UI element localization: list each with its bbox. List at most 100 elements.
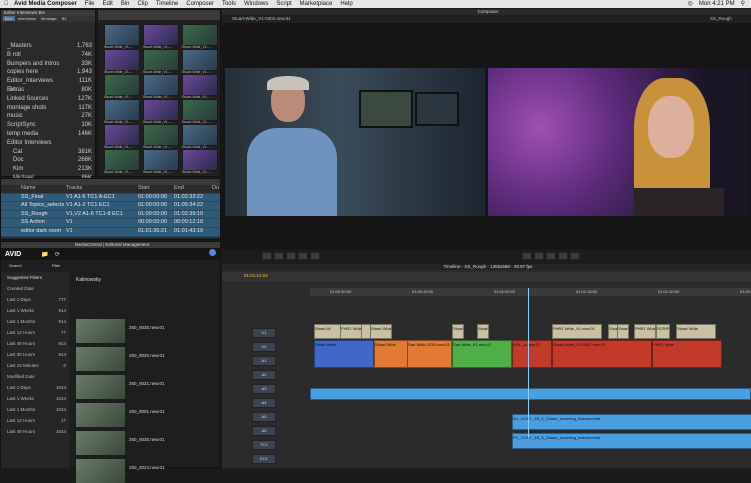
track-label[interactable]: A6	[252, 426, 276, 436]
filter-item[interactable]: Created Date	[1, 283, 69, 294]
track-label[interactable]: V1	[252, 328, 276, 338]
menu-tools[interactable]: Tools	[222, 0, 236, 8]
filter-item[interactable]: Last 48 Hours 914	[1, 338, 69, 349]
bin-folder[interactable]: Kim 213K	[1, 165, 95, 174]
col-duration[interactable]: Du	[212, 185, 220, 193]
record-sequence-name[interactable]: SS_Rough	[710, 15, 732, 23]
folder-icon[interactable]: 📁	[41, 251, 48, 258]
timecode-display[interactable]: 01:01:14:04	[244, 273, 268, 278]
timeline-clip[interactable]: PHR1 Wide_V1.new.01	[552, 324, 602, 339]
sequence-row[interactable]: editor dark room V1 01:01:36:21 01:01:43:19	[1, 227, 220, 237]
filter-item[interactable]: Last 1 Weeks 1044	[1, 393, 69, 404]
track-label[interactable]: TC1	[252, 440, 276, 450]
timeline-clip[interactable]: SCRIPT	[656, 324, 670, 339]
clock[interactable]: Mon 4:21 PM	[699, 0, 735, 8]
apple-icon[interactable]: 	[4, 0, 9, 8]
bin-folder[interactable]: Editor_Interviews Bin 111K	[1, 77, 95, 93]
bin-folder[interactable]: Cal 381K	[1, 148, 95, 157]
mark-out-icon[interactable]	[286, 252, 296, 260]
filter-item[interactable]: Last 1 Weeks 914	[1, 305, 69, 316]
playhead[interactable]	[528, 288, 529, 438]
menu-timeline[interactable]: Timeline	[156, 0, 178, 8]
search-icon[interactable]: ⚲	[741, 0, 745, 8]
bin-folder[interactable]: Editor Interviews	[1, 139, 95, 148]
timeline-ruler[interactable]: 01:00:30:00 01:00:45:00 01:01:00:00 01:01:1…	[310, 288, 751, 296]
track-label[interactable]: A3	[252, 384, 276, 394]
col-tracks[interactable]: Tracks	[66, 185, 138, 193]
timeline-clip[interactable]: Stuart Wide	[314, 340, 374, 368]
menu-marketplace[interactable]: Marketplace	[300, 0, 333, 8]
clip-result[interactable]: 250_0001.new.01	[76, 403, 176, 427]
filter-item[interactable]: Last 15 Minutes 0	[1, 360, 69, 371]
frame-thumbnail[interactable]	[143, 99, 179, 121]
menu-edit[interactable]: Edit	[102, 0, 112, 8]
timeline-clip[interactable]: Stuart W	[617, 324, 629, 339]
track-label[interactable]: A2	[252, 370, 276, 380]
clip-result[interactable]: 250_0021.new.01	[76, 375, 176, 399]
bin-folder[interactable]: copies here 1,943	[1, 68, 95, 77]
refresh-icon[interactable]: ⟳	[55, 251, 60, 258]
bin-folder[interactable]: music 27K	[1, 112, 95, 121]
filter-item[interactable]: Last 1 Days 777	[1, 294, 69, 305]
bin-folder[interactable]: Doc 268K	[1, 156, 95, 165]
frame-thumbnail[interactable]	[104, 74, 140, 96]
frame-thumbnail[interactable]	[143, 24, 179, 46]
rec-mark-in-icon[interactable]	[534, 252, 544, 260]
lift-icon[interactable]	[558, 252, 568, 260]
search-label[interactable]: Search	[9, 263, 22, 268]
col-start[interactable]: Start	[138, 185, 174, 193]
filter-label[interactable]: Filter	[52, 263, 61, 268]
source-monitor[interactable]	[225, 68, 485, 216]
menu-bin[interactable]: Bin	[121, 0, 130, 8]
bin-folder[interactable]: B roll 74K	[1, 51, 95, 60]
timeline-clip[interactable]: Stuart Wide	[370, 324, 392, 339]
filter-item[interactable]: Last 1 Months 1044	[1, 404, 69, 415]
bin-tab-bins[interactable]: Bins	[3, 16, 15, 21]
sequence-row[interactable]: SS_Rough V1,V2 A1-6 TC1-8 EC1 01:00:00:00 0…	[1, 210, 220, 220]
sequence-row[interactable]: All Topics_selects V1 A1-2 TC1 EC1 01:00:0…	[1, 202, 220, 211]
frame-thumbnail[interactable]	[104, 49, 140, 71]
frame-thumbnail[interactable]	[182, 49, 218, 71]
overwrite-icon[interactable]	[310, 252, 320, 260]
frame-thumbnail[interactable]	[143, 49, 179, 71]
mark-in-icon[interactable]	[274, 252, 284, 260]
timeline-clip[interactable]: Stuart Wide	[676, 324, 716, 339]
app-menu[interactable]: Avid Media Composer	[14, 0, 77, 8]
bin-folder[interactable]: montage shots 117K	[1, 104, 95, 113]
clip-result[interactable]: 250_0020.new.01	[76, 347, 176, 371]
filter-item[interactable]: Last 12 Hours 17	[1, 415, 69, 426]
frame-thumbnail[interactable]	[104, 124, 140, 146]
bin-folder[interactable]: Extras 80K	[1, 86, 95, 95]
extract-icon[interactable]	[570, 252, 580, 260]
frame-thumbnail[interactable]	[104, 24, 140, 46]
track-label[interactable]: A1	[252, 356, 276, 366]
user-icon[interactable]	[209, 249, 216, 256]
source-clip-name[interactable]: Stuart-Wide_V1-0302.new.01	[232, 15, 291, 23]
bin-folder[interactable]: Bumpers and Intros 33K	[1, 60, 95, 69]
clip-result[interactable]: 250_0024.new.01	[76, 459, 176, 483]
bin-folder[interactable]: temp media 146K	[1, 130, 95, 139]
timeline-clip[interactable]: Stuart W	[452, 324, 464, 339]
frame-thumbnail[interactable]	[104, 149, 140, 171]
filter-item[interactable]: Last 48 Hours 1044	[1, 426, 69, 437]
frame-thumbnail[interactable]	[182, 24, 218, 46]
bin-tab-b2[interactable]: B2	[60, 16, 69, 21]
timeline-clip[interactable]: AFIL_A.new.01	[512, 340, 552, 368]
bin-folder[interactable]: ScriptSync 10K	[1, 121, 95, 130]
timeline-clip[interactable]: Stuart-Wide_V1-0302.new.01	[552, 340, 652, 368]
track-label[interactable]: A4	[252, 398, 276, 408]
track-label[interactable]: V2	[252, 342, 276, 352]
rec-mark-out-icon[interactable]	[546, 252, 556, 260]
wifi-icon[interactable]: ◎	[688, 0, 693, 8]
timeline-clip[interactable]: AC_COH+_1B_5_Chaos_Incoming_Instrumental	[512, 414, 751, 430]
track-label[interactable]: EC1	[252, 454, 276, 464]
menu-script[interactable]: Script	[276, 0, 291, 8]
splice-icon[interactable]	[298, 252, 308, 260]
bin-tab-interviews[interactable]: Interviews	[16, 16, 38, 21]
menu-help[interactable]: Help	[340, 0, 352, 8]
timeline-clip[interactable]: Dae Wide.OOO.new.01	[407, 340, 452, 368]
menu-composer[interactable]: Composer	[186, 0, 214, 8]
bin-folder[interactable]: Linked Sources 127K	[1, 95, 95, 104]
timeline-clip[interactable]: Dae Wide_V1.new.01	[452, 340, 512, 368]
timeline-clip[interactable]: PHR1 Wide	[340, 324, 362, 339]
